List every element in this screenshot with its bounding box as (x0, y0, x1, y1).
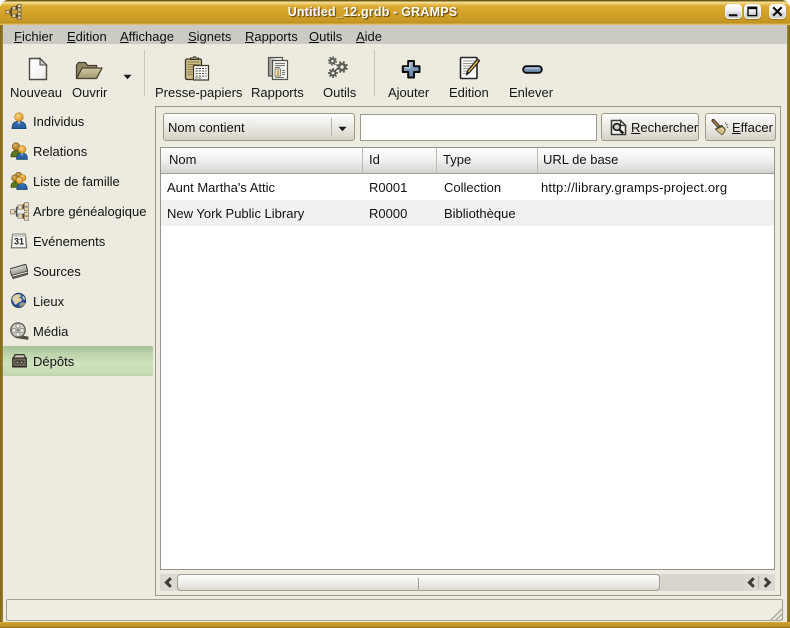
svg-text:31: 31 (14, 237, 24, 247)
